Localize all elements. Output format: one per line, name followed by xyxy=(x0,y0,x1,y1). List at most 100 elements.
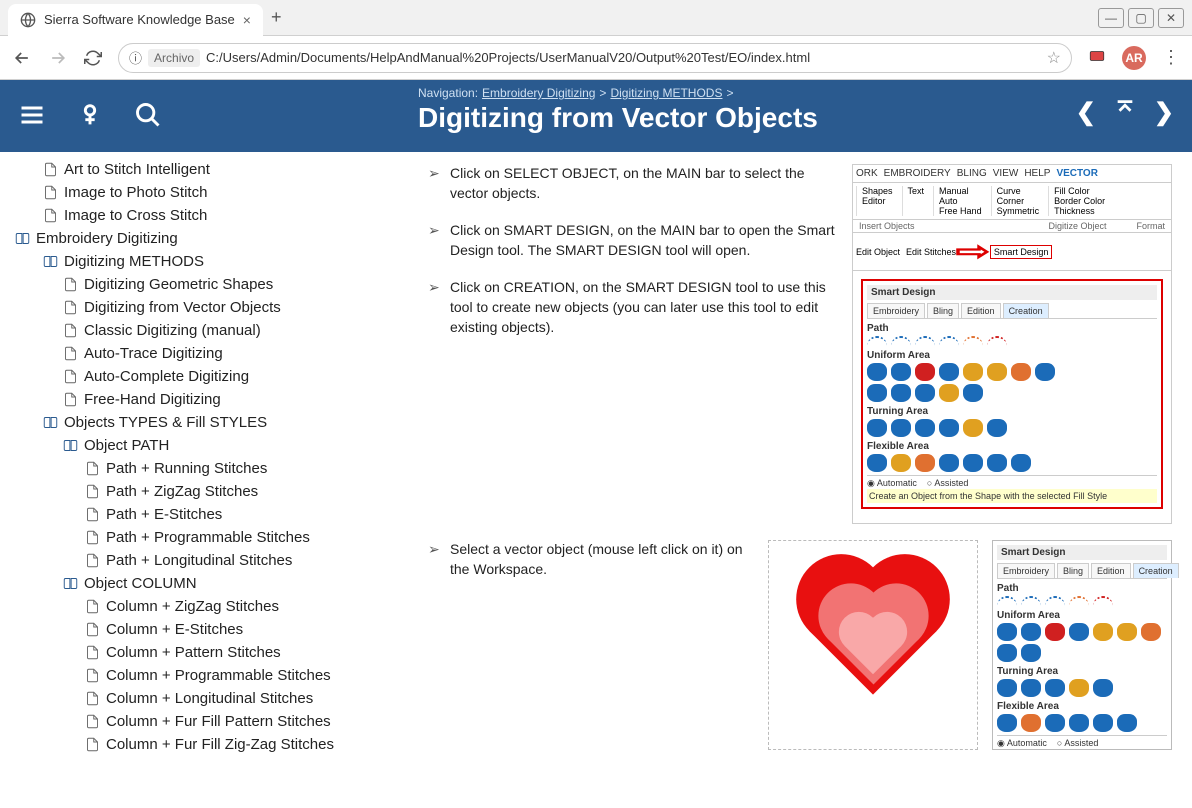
sidebar-item[interactable]: Column + Programmable Stitches xyxy=(0,664,408,687)
instruction-item: Click on SMART DESIGN, on the MAIN bar t… xyxy=(428,221,838,260)
sidebar-item-label: Digitizing METHODS xyxy=(64,253,204,270)
bookmark-icon[interactable]: ☆ xyxy=(1047,48,1061,68)
sidebar-item[interactable]: Image to Cross Stitch xyxy=(0,204,408,227)
maximize-button[interactable]: ▢ xyxy=(1128,8,1154,28)
breadcrumb-link-0[interactable]: Embroidery Digitizing xyxy=(482,86,595,100)
file-icon xyxy=(62,346,78,362)
back-button[interactable] xyxy=(12,48,32,68)
breadcrumb-label: Navigation: xyxy=(418,86,478,100)
sidebar-item-label: Art to Stitch Intelligent xyxy=(64,161,210,178)
sidebar-item-label: Path + Running Stitches xyxy=(106,460,267,477)
sidebar-item-label: Column + Fur Fill Zig-Zag Stitches xyxy=(106,736,334,753)
sidebar-item[interactable]: Column + Pattern Stitches xyxy=(0,641,408,664)
file-icon xyxy=(84,599,100,615)
url-text: C:/Users/Admin/Documents/HelpAndManual%2… xyxy=(206,50,810,65)
sidebar-item[interactable]: Column + ZigZag Stitches xyxy=(0,595,408,618)
sidebar-item-label: Auto-Trace Digitizing xyxy=(84,345,223,362)
sidebar-item-label: Classic Digitizing (manual) xyxy=(84,322,261,339)
sidebar-item[interactable]: Column + Fur Fill Pattern Stitches xyxy=(0,710,408,733)
prev-page-button[interactable]: ❮ xyxy=(1076,98,1096,127)
instruction-item: Select a vector object (mouse left click… xyxy=(428,540,754,579)
smart-design-panel-small: Smart Design Embroidery Bling Edition Cr… xyxy=(992,540,1172,750)
app-header: Navigation: Embroidery Digitizing > Digi… xyxy=(0,80,1192,152)
forward-button[interactable] xyxy=(48,48,68,68)
content-scrollbar[interactable] xyxy=(1176,152,1192,808)
index-icon[interactable] xyxy=(76,101,104,132)
sidebar-item[interactable]: Art to Stitch Intelligent xyxy=(0,158,408,181)
file-icon xyxy=(84,553,100,569)
url-bar[interactable]: ⓘ Archivo C:/Users/Admin/Documents/HelpA… xyxy=(118,43,1072,73)
sidebar-item[interactable]: Digitizing from Vector Objects xyxy=(0,296,408,319)
file-icon xyxy=(84,714,100,730)
sidebar[interactable]: Art to Stitch Intelligent Image to Photo … xyxy=(0,152,408,808)
workspace-screenshot xyxy=(768,540,978,750)
sidebar-item[interactable]: Digitizing METHODS xyxy=(0,250,408,273)
sidebar-item-label: Objects TYPES & Fill STYLES xyxy=(64,414,267,431)
sidebar-item[interactable]: Object PATH xyxy=(0,434,408,457)
book-icon xyxy=(42,415,58,431)
file-icon xyxy=(84,668,100,684)
tab-title: Sierra Software Knowledge Base xyxy=(44,12,235,27)
sidebar-item[interactable]: Column + Longitudinal Stitches xyxy=(0,687,408,710)
file-icon xyxy=(62,323,78,339)
search-icon[interactable] xyxy=(134,101,162,132)
sidebar-item[interactable]: Path + Longitudinal Stitches xyxy=(0,549,408,572)
sidebar-item[interactable]: Path + Running Stitches xyxy=(0,457,408,480)
sidebar-item-label: Path + Programmable Stitches xyxy=(106,529,310,546)
sidebar-item[interactable]: Auto-Trace Digitizing xyxy=(0,342,408,365)
sidebar-item[interactable]: Object COLUMN xyxy=(0,572,408,595)
breadcrumb-link-1[interactable]: Digitizing METHODS xyxy=(610,86,722,100)
content-area: Click on SELECT OBJECT, on the MAIN bar … xyxy=(408,152,1192,808)
sidebar-item-label: Digitizing from Vector Objects xyxy=(84,299,281,316)
file-icon xyxy=(62,392,78,408)
sidebar-item[interactable]: Auto-Complete Digitizing xyxy=(0,365,408,388)
url-source-label: Archivo xyxy=(148,49,200,67)
sidebar-item[interactable]: Embroidery Digitizing xyxy=(0,227,408,250)
file-icon xyxy=(84,530,100,546)
breadcrumb: Navigation: Embroidery Digitizing > Digi… xyxy=(418,86,1174,100)
sidebar-item[interactable]: Column + Fur Fill Zig-Zag Stitches xyxy=(0,733,408,756)
close-icon[interactable]: × xyxy=(243,12,251,28)
profile-avatar[interactable]: AR xyxy=(1122,46,1146,70)
sidebar-item-label: Path + ZigZag Stitches xyxy=(106,483,258,500)
extension-icon[interactable] xyxy=(1088,47,1106,68)
sidebar-item-label: Free-Hand Digitizing xyxy=(84,391,221,408)
sidebar-item[interactable]: Path + ZigZag Stitches xyxy=(0,480,408,503)
sidebar-item-label: Embroidery Digitizing xyxy=(36,230,178,247)
file-icon xyxy=(42,208,58,224)
book-icon xyxy=(42,254,58,270)
file-icon xyxy=(84,645,100,661)
arrow-icon: ⇨ xyxy=(956,236,991,267)
toc-icon[interactable] xyxy=(18,101,46,132)
sidebar-item-label: Digitizing Geometric Shapes xyxy=(84,276,273,293)
book-icon xyxy=(62,576,78,592)
sidebar-item[interactable]: Image to Photo Stitch xyxy=(0,181,408,204)
sidebar-item[interactable]: Digitizing Geometric Shapes xyxy=(0,273,408,296)
sidebar-item-label: Image to Photo Stitch xyxy=(64,184,207,201)
file-icon xyxy=(84,691,100,707)
sidebar-item[interactable]: Path + E-Stitches xyxy=(0,503,408,526)
sidebar-item-label: Column + Programmable Stitches xyxy=(106,667,331,684)
new-tab-button[interactable]: + xyxy=(271,7,282,28)
up-page-button[interactable] xyxy=(1114,97,1136,126)
file-icon xyxy=(84,622,100,638)
sidebar-item-label: Column + Pattern Stitches xyxy=(106,644,281,661)
minimize-button[interactable]: — xyxy=(1098,8,1124,28)
file-icon xyxy=(84,484,100,500)
globe-icon xyxy=(20,12,36,28)
browser-menu-button[interactable]: ⋮ xyxy=(1162,47,1180,68)
sidebar-item[interactable]: Path + Programmable Stitches xyxy=(0,526,408,549)
sidebar-item-label: Column + E-Stitches xyxy=(106,621,243,638)
sidebar-item-label: Path + Longitudinal Stitches xyxy=(106,552,292,569)
sidebar-item[interactable]: Free-Hand Digitizing xyxy=(0,388,408,411)
next-page-button[interactable]: ❯ xyxy=(1154,98,1174,127)
close-window-button[interactable]: ✕ xyxy=(1158,8,1184,28)
file-icon xyxy=(84,461,100,477)
sidebar-item[interactable]: Classic Digitizing (manual) xyxy=(0,319,408,342)
sidebar-item[interactable]: Objects TYPES & Fill STYLES xyxy=(0,411,408,434)
reload-button[interactable] xyxy=(84,49,102,67)
browser-titlebar: Sierra Software Knowledge Base × + — ▢ ✕ xyxy=(0,0,1192,36)
browser-tab[interactable]: Sierra Software Knowledge Base × xyxy=(8,4,263,36)
file-icon xyxy=(62,277,78,293)
sidebar-item[interactable]: Column + E-Stitches xyxy=(0,618,408,641)
